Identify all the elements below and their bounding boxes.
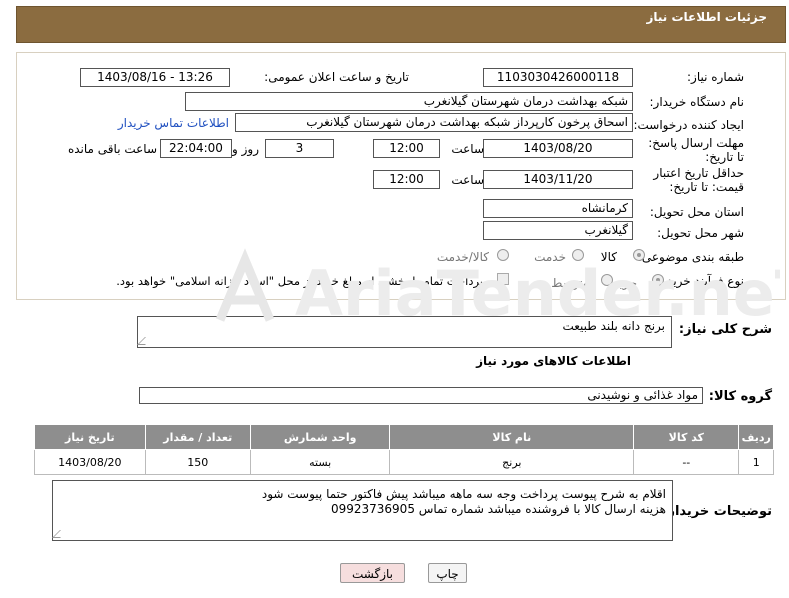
- remaining-label: ساعت باقی مانده: [67, 142, 157, 156]
- col-need-date: تاریخ نیاز: [34, 424, 146, 450]
- cell-unit: بسته: [249, 449, 391, 475]
- category-both-radio[interactable]: [497, 249, 509, 261]
- cell-need-date: 1403/08/20: [34, 449, 146, 475]
- price-time-field: 12:00: [373, 170, 440, 189]
- category-both-label: کالا/خدمت: [436, 250, 489, 264]
- buyer-notes-label: توضیحات خریدار:: [662, 504, 772, 519]
- col-row-number: ردیف: [738, 424, 774, 450]
- col-unit: واحد شمارش: [249, 424, 391, 450]
- back-button[interactable]: بازگشت: [340, 563, 405, 583]
- price-time-label: ساعت: [451, 173, 484, 187]
- days-field: 3: [265, 139, 334, 158]
- col-item-name: نام کالا: [389, 424, 635, 450]
- price-date-field: 1403/11/20: [483, 170, 633, 189]
- days-label: روز و: [232, 142, 259, 156]
- need-number-field: 1103030426000118: [483, 68, 633, 87]
- province-label: استان محل تحویل:: [649, 205, 744, 219]
- resize-grip-icon[interactable]: [137, 337, 153, 345]
- resize-grip-icon[interactable]: [52, 530, 68, 538]
- buyer-contact-link[interactable]: اطلاعات تماس خریدار: [118, 116, 229, 130]
- category-service-radio[interactable]: [572, 249, 584, 261]
- summary-textarea: برنج دانه بلند طبیعت: [137, 316, 672, 348]
- buyer-org-label: نام دستگاه خریدار:: [649, 95, 745, 109]
- category-label: طبقه بندی موضوعی:: [637, 250, 744, 264]
- goods-group-label: گروه کالا:: [708, 389, 772, 404]
- category-service-label: خدمت: [534, 250, 566, 264]
- reply-deadline-label: مهلت ارسال پاسخ: تا تاریخ:: [648, 136, 744, 164]
- col-item-code: کد کالا: [633, 424, 740, 450]
- category-goods-radio[interactable]: [633, 249, 645, 261]
- reply-time-label: ساعت: [451, 142, 484, 156]
- cell-row-number: 1: [738, 449, 774, 475]
- goods-group-field: مواد غذائی و نوشیدنی: [139, 387, 703, 404]
- goods-section-title: اطلاعات کالاهای مورد نیاز: [476, 354, 631, 368]
- creator-label: ایجاد کننده درخواست:: [633, 118, 744, 132]
- announce-datetime-field: 1403/08/16 - 13:26: [80, 68, 230, 87]
- treasury-payment-checkbox[interactable]: [497, 273, 509, 285]
- page-title: جزئیات اطلاعات نیاز: [646, 10, 767, 24]
- process-partial-label: جزیی: [609, 276, 637, 290]
- process-partial-radio[interactable]: [652, 274, 664, 286]
- cell-item-name: برنج: [389, 449, 635, 475]
- city-label: شهر محل تحویل:: [657, 226, 744, 240]
- cell-item-code: --: [633, 449, 740, 475]
- province-field: کرمانشاه: [483, 199, 633, 218]
- announce-label: تاریخ و ساعت اعلان عمومی:: [264, 70, 409, 84]
- buyer-notes-textarea: اقلام به شرح پیوست پرداخت وجه سه ماهه می…: [52, 480, 673, 541]
- buyer-notes-line-2: هزینه ارسال کالا با فروشنده میباشد شماره…: [330, 502, 666, 516]
- category-goods-label: کالا: [600, 250, 617, 264]
- process-medium-radio[interactable]: [601, 274, 613, 286]
- table-header-row: ردیف کد کالا نام کالا واحد شمارش تعداد /…: [34, 424, 774, 450]
- reply-date-field: 1403/08/20: [483, 139, 633, 158]
- print-button[interactable]: چاپ: [428, 563, 467, 583]
- treasury-payment-note: پرداخت تمام یا بخشی از مبلغ خرید،از محل …: [116, 274, 483, 288]
- city-field: گیلانغرب: [483, 221, 633, 240]
- summary-label: شرح کلی نیاز:: [678, 322, 772, 337]
- creator-field: اسحاق پرخون کارپرداز شبکه بهداشت درمان ش…: [235, 113, 633, 132]
- buyer-org-field: شبکه بهداشت درمان شهرستان گیلانغرب: [185, 92, 633, 111]
- process-label: نوع فرآیند خرید :: [659, 274, 744, 288]
- table-row: 1 -- برنج بسته 150 1403/08/20: [34, 449, 774, 475]
- reply-time-field: 12:00: [373, 139, 440, 158]
- price-deadline-label: حداقل تاریخ اعتبار قیمت: تا تاریخ:: [653, 166, 744, 194]
- remaining-time-field: 22:04:00: [160, 139, 232, 158]
- items-table: ردیف کد کالا نام کالا واحد شمارش تعداد /…: [34, 424, 774, 475]
- col-quantity: تعداد / مقدار: [144, 424, 251, 450]
- buyer-notes-line-1: اقلام به شرح پیوست پرداخت وجه سه ماهه می…: [261, 487, 666, 501]
- summary-text: برنج دانه بلند طبیعت: [562, 319, 665, 333]
- need-number-label: شماره نیاز:: [687, 70, 744, 84]
- cell-quantity: 150: [144, 449, 251, 475]
- process-medium-label: متوسط: [551, 276, 589, 290]
